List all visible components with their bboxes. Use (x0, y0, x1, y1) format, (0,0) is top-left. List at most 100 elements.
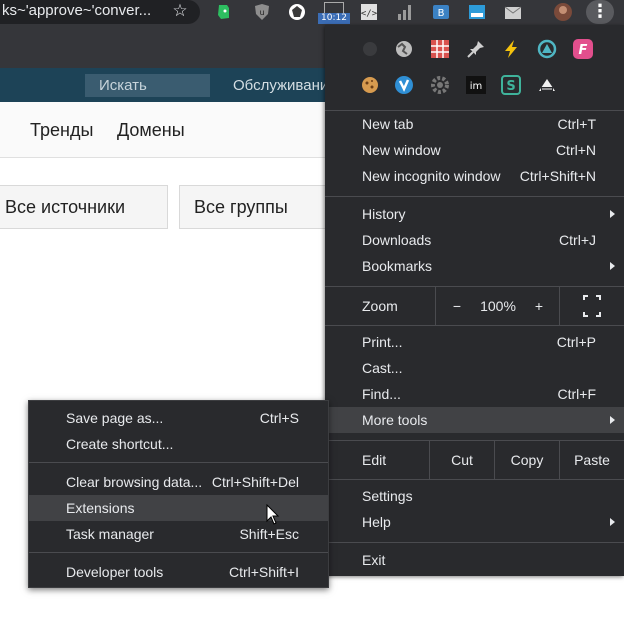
copy-button[interactable]: Copy (495, 441, 559, 479)
menu-shortcut: Ctrl+N (555, 142, 596, 158)
nav-domains[interactable]: Домены (117, 120, 185, 140)
menu-new-tab[interactable]: New tab Ctrl+T (325, 111, 624, 137)
submenu-arrow-icon (610, 518, 615, 526)
submenu-arrow-icon (610, 262, 615, 270)
menu-shortcut: Ctrl+Shift+I (228, 564, 299, 580)
menu-item-label: Task manager (66, 526, 154, 542)
zoom-label: Zoom (362, 298, 398, 314)
nav-trends[interactable]: Тренды (30, 120, 93, 140)
kebab-menu-icon[interactable]: ⋮ (586, 0, 614, 24)
submenu-clear-browsing-data[interactable]: Clear browsing data... Ctrl+Shift+Del (29, 469, 328, 495)
ublock-icon[interactable]: u (252, 2, 272, 22)
menu-bookmarks[interactable]: Bookmarks (325, 253, 624, 279)
bookmark-star-icon[interactable]: ☆ (170, 0, 190, 24)
clock-time-label: 10:12 (318, 13, 350, 24)
avatar-icon[interactable] (553, 2, 573, 22)
submenu-task-manager[interactable]: Task manager Shift+Esc (29, 521, 328, 547)
site-search-button[interactable]: Искать (85, 74, 210, 97)
filter-sources[interactable]: Все источники (0, 185, 168, 229)
mail-icon[interactable] (503, 2, 523, 22)
more-tools-submenu: Save page as... Ctrl+S Create shortcut..… (28, 400, 329, 588)
zoom-out-button[interactable]: − (443, 287, 471, 325)
pin-icon[interactable] (465, 38, 487, 60)
menu-more-tools[interactable]: More tools (325, 407, 624, 433)
menu-find[interactable]: Find... Ctrl+F (325, 381, 624, 407)
menu-item-label: Settings (362, 488, 413, 504)
menu-item-label: History (362, 206, 406, 222)
triangle-icon[interactable] (536, 38, 558, 60)
menu-item-label: Help (362, 514, 391, 530)
menu-item-label: Clear browsing data... (66, 474, 203, 490)
browser-toolbar: ks~'approve~'conver... ☆ u 10:12 </> B ⋮ (0, 0, 624, 24)
dev-icon[interactable]: </> (359, 2, 379, 22)
filter-groups[interactable]: Все группы (179, 185, 339, 229)
s-icon[interactable]: S (500, 74, 522, 96)
menu-print[interactable]: Print... Ctrl+P (325, 329, 624, 355)
zoom-in-button[interactable]: + (525, 287, 553, 325)
svg-text:</>: </> (361, 9, 378, 19)
menu-settings[interactable]: Settings (325, 483, 624, 509)
screenshot-icon[interactable] (467, 2, 487, 22)
menu-help[interactable]: Help (325, 509, 624, 535)
svg-text:u: u (259, 8, 264, 17)
submenu-arrow-icon (610, 416, 615, 424)
menu-history[interactable]: History (325, 201, 624, 227)
grid-icon[interactable] (429, 38, 451, 60)
submenu-extensions[interactable]: Extensions (29, 495, 328, 521)
zoom-separator (435, 287, 436, 325)
globe-icon[interactable] (393, 38, 415, 60)
zoom-level: 100% (480, 298, 516, 314)
f-icon[interactable]: F (572, 38, 594, 60)
menu-new-window[interactable]: New window Ctrl+N (325, 137, 624, 163)
menu-item-label: Exit (362, 552, 386, 568)
v-icon[interactable] (393, 74, 415, 96)
chrome-main-menu: F im S New tab Ctrl+T New window Ctrl+N … (325, 25, 624, 576)
menu-item-label: Bookmarks (362, 258, 433, 274)
menu-item-label: Extensions (66, 500, 135, 516)
vpn-icon[interactable] (287, 2, 307, 22)
cut-button[interactable]: Cut (430, 441, 494, 479)
im-icon[interactable]: im (465, 74, 487, 96)
hidden-icon[interactable] (359, 38, 381, 60)
gear-icon[interactable] (429, 74, 451, 96)
menu-downloads[interactable]: Downloads Ctrl+J (325, 227, 624, 253)
submenu-create-shortcut[interactable]: Create shortcut... (29, 431, 328, 457)
menu-new-incognito[interactable]: New incognito window Ctrl+Shift+N (325, 163, 624, 189)
menu-cast[interactable]: Cast... (325, 355, 624, 381)
mouse-cursor-icon (266, 503, 282, 528)
menu-shortcut: Ctrl+P (556, 334, 596, 350)
fullscreen-icon[interactable] (581, 287, 603, 325)
menu-separator (325, 542, 624, 543)
submenu-save-page[interactable]: Save page as... Ctrl+S (29, 405, 328, 431)
svg-text:S: S (506, 79, 515, 94)
submenu-developer-tools[interactable]: Developer tools Ctrl+Shift+I (29, 559, 328, 585)
menu-item-label: New window (362, 142, 441, 158)
menu-zoom-row: Zoom − 100% + (325, 287, 624, 325)
menu-shortcut: Ctrl+J (559, 232, 596, 248)
site-service-link[interactable]: Обслуживани (233, 74, 328, 97)
menu-item-label: Downloads (362, 232, 432, 248)
camera-icon[interactable] (536, 74, 558, 96)
submenu-arrow-icon (610, 210, 615, 218)
edit-label: Edit (362, 452, 387, 468)
menu-exit[interactable]: Exit (325, 547, 624, 573)
menu-shortcut: Ctrl+T (557, 116, 597, 132)
menu-shortcut: Ctrl+Shift+N (519, 168, 596, 184)
menu-item-label: Save page as... (66, 410, 164, 426)
menu-shortcut: Ctrl+Shift+Del (211, 474, 299, 490)
translate-icon[interactable]: B (431, 2, 451, 22)
menu-item-label: Cast... (362, 360, 403, 376)
svg-text:im: im (470, 81, 483, 92)
menu-separator (325, 325, 624, 326)
svg-text:F: F (579, 43, 588, 58)
menu-separator (325, 196, 624, 197)
menu-edit-row: Edit Cut Copy Paste (325, 441, 624, 479)
cookie-icon[interactable] (359, 74, 381, 96)
paste-button[interactable]: Paste (560, 441, 624, 479)
evernote-icon[interactable] (214, 2, 234, 22)
bolt-icon[interactable] (500, 38, 522, 60)
clock-icon[interactable]: 10:12 (318, 2, 350, 24)
menu-item-label: Print... (362, 334, 403, 350)
menu-item-label: New tab (362, 116, 414, 132)
chart-icon[interactable] (395, 2, 415, 22)
